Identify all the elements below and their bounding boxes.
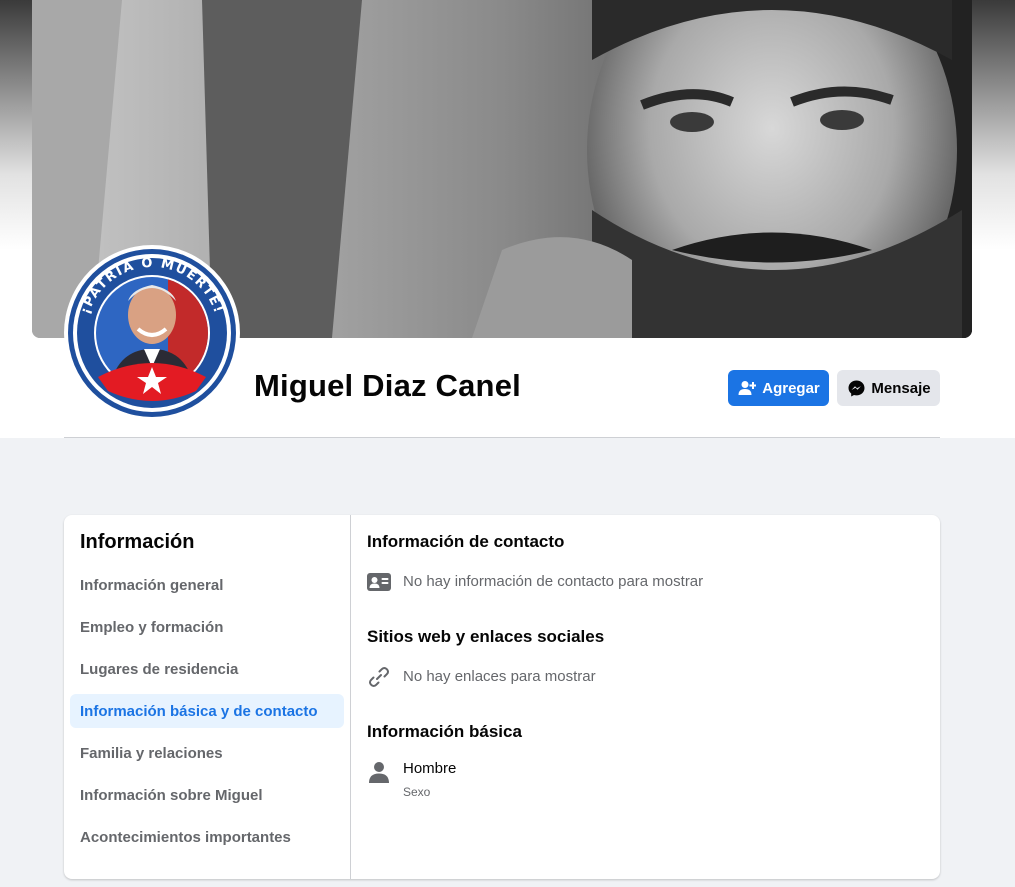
basic-info-heading: Información básica: [367, 722, 522, 741]
websites-heading: Sitios web y enlaces sociales: [367, 627, 605, 646]
nav-item-label: Empleo y formación: [80, 618, 224, 636]
profile-name: Miguel Diaz Canel: [254, 368, 521, 403]
nav-item-label: Acontecimientos importantes: [80, 828, 291, 846]
nav-item-places-lived[interactable]: Lugares de residencia: [70, 652, 344, 686]
avatar-image: ¡PATRIA O MUERTE!: [68, 249, 236, 417]
about-title: Información: [80, 531, 195, 553]
card-separator: [350, 515, 351, 879]
message-button[interactable]: Mensaje: [837, 370, 940, 406]
contact-info-heading: Información de contacto: [367, 532, 565, 551]
nav-item-contact-basic-info[interactable]: Información básica y de contacto: [70, 694, 344, 728]
profile-avatar[interactable]: ¡PATRIA O MUERTE!: [64, 245, 240, 421]
nav-item-label: Información general: [80, 576, 224, 594]
gender-value: Hombre: [403, 760, 457, 777]
add-friend-label: Agregar: [762, 379, 820, 397]
about-card: Información Información general Empleo y…: [64, 515, 940, 879]
nav-item-work-education[interactable]: Empleo y formación: [70, 610, 344, 644]
nav-item-life-events[interactable]: Acontecimientos importantes: [70, 820, 344, 854]
websites-empty: No hay enlaces para mostrar: [403, 668, 596, 685]
nav-item-label: Información sobre Miguel: [80, 786, 263, 804]
link-icon: [367, 665, 391, 689]
gender-label: Sexo: [403, 785, 431, 799]
person-icon: [367, 760, 391, 784]
nav-item-label: Lugares de residencia: [80, 660, 239, 678]
nav-item-label: Información básica y de contacto: [80, 702, 318, 720]
nav-item-overview[interactable]: Información general: [70, 568, 344, 602]
nav-item-family-relationships[interactable]: Familia y relaciones: [70, 736, 344, 770]
add-friend-button[interactable]: Agregar: [728, 370, 829, 406]
nav-item-label: Familia y relaciones: [80, 744, 223, 762]
message-label: Mensaje: [871, 379, 931, 397]
contact-card-icon: [367, 570, 391, 594]
add-friend-icon: [737, 379, 757, 397]
nav-item-details-about[interactable]: Información sobre Miguel: [70, 778, 344, 812]
messenger-icon: [846, 379, 866, 397]
contact-info-empty: No hay información de contacto para most…: [403, 573, 704, 590]
header-divider: [64, 437, 940, 438]
